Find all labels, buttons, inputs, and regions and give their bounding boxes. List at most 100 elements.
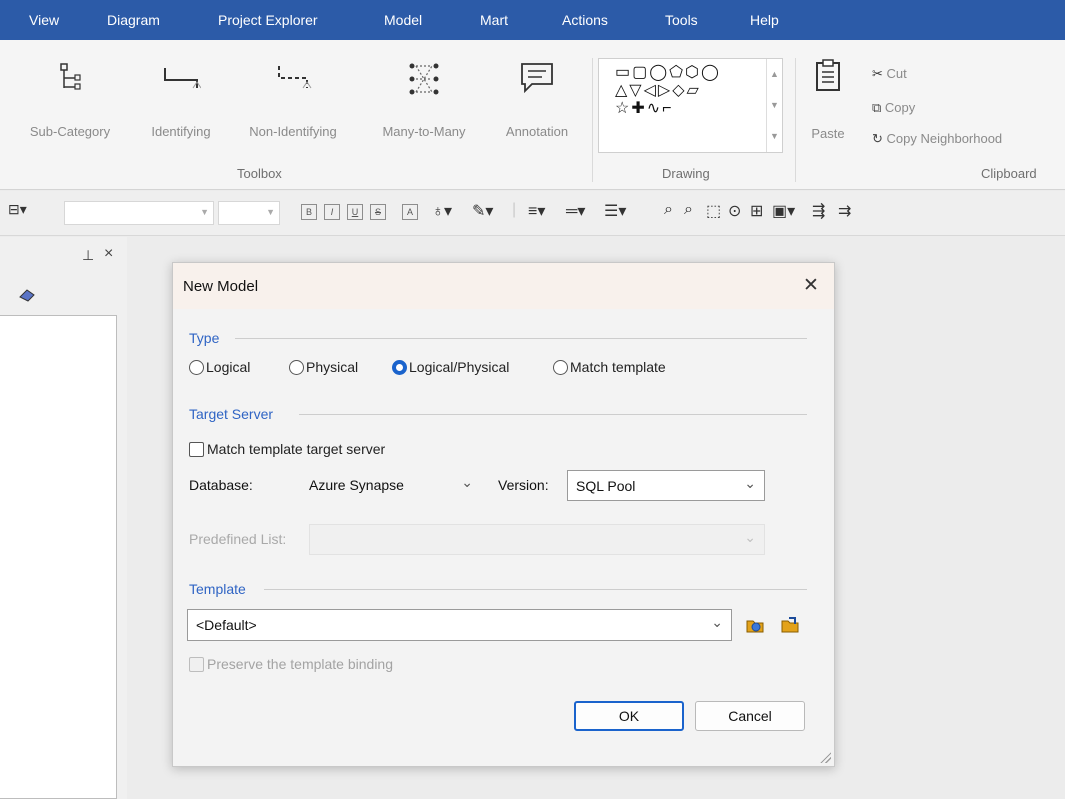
section-divider [264, 589, 807, 590]
annotation-tool[interactable]: Annotation [488, 40, 586, 150]
open-template-icon[interactable] [745, 615, 765, 635]
menu-help[interactable]: Help [750, 12, 779, 28]
underline-button[interactable]: U [347, 204, 363, 220]
line-weight-icon[interactable]: ≡▾ [528, 201, 545, 221]
checkbox-icon [189, 442, 204, 457]
radio-logical-physical[interactable]: Logical/Physical [392, 359, 509, 375]
explorer-pane: ⊥ × [0, 237, 127, 799]
identifying-tool[interactable]: Identifying [136, 40, 226, 150]
dialog-title-bar: New Model ✕ [173, 263, 834, 309]
toolbar-menu-icon[interactable]: ⊟▾ [8, 201, 27, 218]
menu-view[interactable]: View [29, 12, 59, 28]
dialog-title: New Model [183, 278, 259, 295]
explorer-tree[interactable] [0, 315, 117, 799]
fill-color-icon[interactable]: ♁▾ [432, 201, 452, 221]
copy-label: Copy [884, 100, 916, 115]
zoom-area-icon[interactable]: ⊙ [728, 201, 741, 221]
toolbar-extra-icon[interactable]: ⇶ [812, 201, 825, 221]
sub-category-icon [60, 63, 81, 90]
font-name-combo[interactable]: ▼ [64, 201, 214, 225]
paste-button[interactable]: Paste [800, 40, 856, 150]
menu-diagram[interactable]: Diagram [107, 12, 160, 28]
zoom-page-icon[interactable]: ⊞ [750, 201, 763, 221]
predefined-list-label: Predefined List: [189, 531, 287, 547]
version-label: Version: [498, 477, 549, 493]
shape-row: ☆✚∿⌐ [615, 100, 674, 117]
browse-folder-icon[interactable] [780, 615, 800, 635]
cut-button[interactable]: ✂ Cut [872, 66, 907, 82]
shape-gallery[interactable]: ▭▢◯⬠⬡◯ △▽◁▷◇▱ ☆✚∿⌐ ▲ ▼ ▼ [598, 58, 783, 153]
database-select[interactable]: Azure Synapse ⌄ [301, 470, 481, 501]
sub-category-tool[interactable]: Sub-Category [20, 40, 120, 150]
menu-actions[interactable]: Actions [562, 12, 608, 28]
tool-label: Annotation [505, 124, 569, 139]
font-color-button[interactable]: A [402, 204, 418, 220]
tool-label: Many-to-Many [382, 124, 466, 139]
checkbox-icon [189, 657, 204, 672]
menu-project-explorer[interactable]: Project Explorer [218, 12, 318, 28]
copy-neighborhood-button[interactable]: ↻ Copy Neighborhood [872, 131, 1002, 147]
ribbon-separator [592, 58, 593, 182]
toolbox-group-label: Toolbox [237, 166, 282, 181]
template-section-label: Template [189, 581, 246, 597]
target-server-section-label: Target Server [189, 406, 274, 422]
match-template-server-checkbox[interactable]: Match template target server [189, 441, 385, 457]
tool-label: Non-Identifying [249, 124, 337, 139]
copy-neighborhood-icon: ↻ [872, 131, 883, 146]
gallery-scroll-down-icon[interactable]: ▼ [766, 90, 782, 121]
new-model-dialog: New Model ✕ Type Logical Physical Logica… [172, 262, 835, 767]
many-to-many-icon [409, 63, 439, 95]
zoom-out-icon[interactable]: ⌕ [684, 201, 693, 219]
menu-mart[interactable]: Mart [480, 12, 508, 28]
line-spacing-icon[interactable]: ☰▾ [604, 201, 626, 221]
separator-icon: | [512, 201, 517, 218]
zoom-in-icon[interactable]: ⌕ [664, 201, 673, 219]
menu-model[interactable]: Model [384, 12, 422, 28]
radio-label: Match template [570, 359, 666, 375]
version-value: SQL Pool [576, 478, 636, 494]
checkbox-label: Match template target server [207, 441, 386, 457]
bold-button[interactable]: B [301, 204, 317, 220]
database-label: Database: [189, 477, 253, 493]
radio-physical[interactable]: Physical [289, 359, 358, 375]
preserve-binding-checkbox: Preserve the template binding [189, 656, 393, 672]
radio-match-template[interactable]: Match template [553, 359, 666, 375]
pin-icon[interactable]: ⊥ [82, 247, 94, 264]
version-select[interactable]: SQL Pool ⌄ [567, 470, 765, 501]
resize-grip-icon[interactable] [819, 751, 831, 763]
radio-icon [189, 360, 204, 375]
close-icon[interactable]: ✕ [803, 274, 819, 297]
line-style-icon[interactable]: ═▾ [566, 201, 585, 221]
save-icon[interactable]: ▣▾ [772, 201, 795, 221]
toolbar-extra-icon[interactable]: ⇉ [838, 201, 851, 221]
line-color-icon[interactable]: ✎▾ [472, 201, 493, 221]
gallery-scroll-up-icon[interactable]: ▲ [766, 59, 782, 90]
close-icon[interactable]: × [104, 245, 113, 263]
chevron-down-icon: ⌄ [461, 474, 473, 490]
type-section-label: Type [189, 330, 220, 346]
radio-icon [289, 360, 304, 375]
many-to-many-tool[interactable]: Many-to-Many [362, 40, 486, 150]
zoom-fit-icon[interactable]: ⬚ [706, 201, 721, 221]
strikethrough-button[interactable]: S [370, 204, 386, 220]
annotation-icon [521, 63, 553, 94]
ribbon: Sub-Category Identifying Non-Identifying… [0, 40, 1065, 190]
menu-tools[interactable]: Tools [665, 12, 698, 28]
radio-logical[interactable]: Logical [189, 359, 250, 375]
template-select[interactable]: <Default> ⌄ [187, 609, 732, 641]
copy-button[interactable]: ⧉ Copy [872, 100, 915, 116]
chevron-down-icon: ⌄ [744, 529, 756, 545]
cancel-button[interactable]: Cancel [695, 701, 805, 731]
predefined-list-select: ⌄ [309, 524, 765, 555]
gallery-expand-icon[interactable]: ▼ [766, 121, 782, 152]
paste-label: Paste [811, 126, 845, 141]
font-size-combo[interactable]: ▼ [218, 201, 280, 225]
chevron-down-icon: ▼ [266, 207, 275, 217]
section-divider [235, 338, 807, 339]
menu-bar: View Diagram Project Explorer Model Mart… [0, 0, 1065, 40]
non-identifying-tool[interactable]: Non-Identifying [228, 40, 358, 150]
italic-button[interactable]: I [324, 204, 340, 220]
eraser-icon[interactable] [18, 287, 36, 303]
paste-icon [816, 59, 840, 91]
ok-button[interactable]: OK [574, 701, 684, 731]
